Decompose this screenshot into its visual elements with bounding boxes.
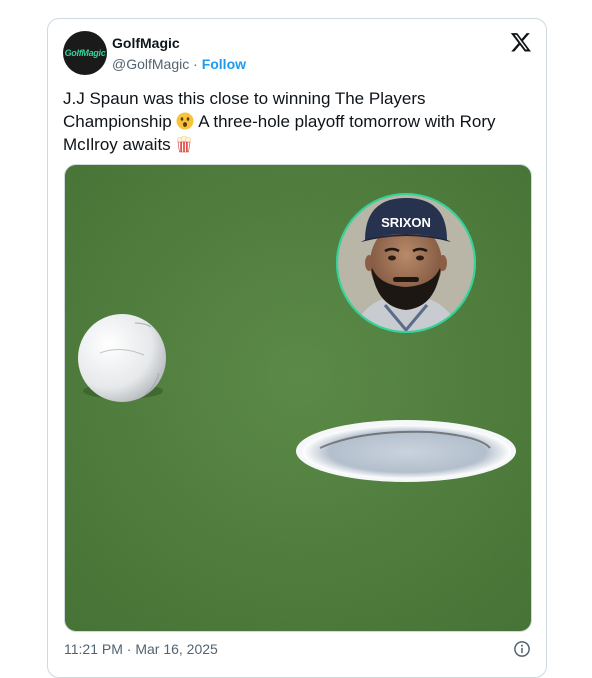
golf-ball [78, 314, 166, 402]
avatar-logo-text: GolfMagic [64, 48, 106, 58]
cap-logo-text: SRIXON [381, 215, 431, 230]
astonished-face-icon [176, 112, 194, 130]
separator-dot: · [193, 56, 198, 72]
popcorn-icon [175, 135, 193, 153]
author-handle[interactable]: @GolfMagic [112, 56, 189, 72]
follow-button[interactable]: Follow [202, 56, 246, 72]
tweet-timestamp[interactable]: 11:21 PM · Mar 16, 2025 [64, 641, 218, 657]
tweet-text: J.J Spaun was this close to winning The … [63, 87, 533, 156]
putting-green-photo: SRIXON [65, 165, 531, 631]
info-icon[interactable] [513, 640, 531, 658]
tweet-card[interactable]: GolfMagic GolfMagic @GolfMagic · Follow … [47, 18, 547, 678]
x-logo-icon[interactable] [510, 31, 532, 53]
tweet-media-image[interactable]: SRIXON [64, 164, 532, 632]
golf-hole [296, 420, 516, 482]
author-name[interactable]: GolfMagic [112, 35, 180, 51]
author-avatar[interactable]: GolfMagic [63, 31, 107, 75]
handle-row: @GolfMagic · Follow [112, 56, 246, 72]
